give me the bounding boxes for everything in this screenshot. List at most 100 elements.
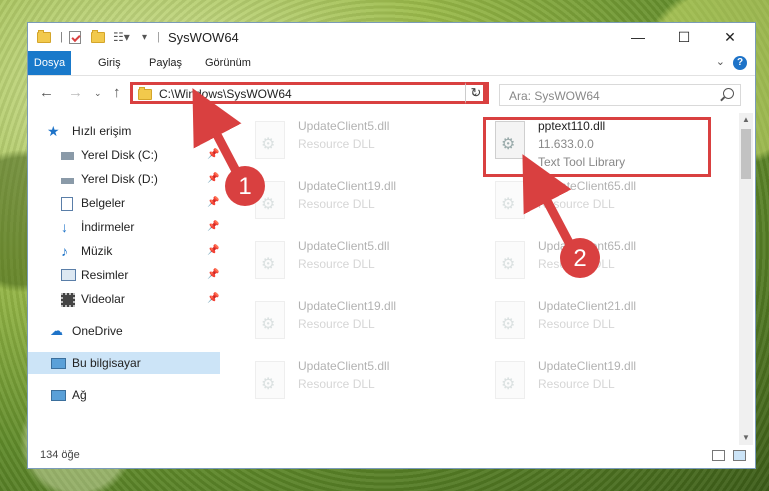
dll-file-icon [255,361,285,399]
pin-icon[interactable]: 📌 [207,288,219,310]
drive-icon [61,178,74,184]
file-desc: Resource DLL [538,257,615,271]
search-input[interactable]: Ara: SysWOW64 [499,84,741,106]
nav-item-disk-c[interactable]: Yerel Disk (C:) 📌 [28,144,220,166]
nav-onedrive[interactable]: ☁ OneDrive [28,320,220,342]
cloud-icon: ☁ [50,323,63,338]
file-name: UpdateClient65.dll [538,179,637,193]
nav-quick-access[interactable]: ★ Hızlı erişim [28,120,220,142]
vertical-scrollbar[interactable]: ▲ ▼ [739,113,753,445]
dll-file-icon [255,121,285,159]
refresh-button[interactable]: ↻ [465,82,489,104]
explorer-window: | ☷▾ ▾ | SysWOW64 — ☐ ✕ Dosya Giriş Payl… [27,22,756,469]
pictures-icon [61,269,76,281]
search-icon [723,88,734,99]
up-arrow-icon[interactable]: ↑ [113,84,121,101]
file-item[interactable]: UpdateClient5.dll Resource DLL [245,355,475,411]
drive-icon [61,152,74,160]
minimize-button[interactable]: — [615,23,661,51]
customize-toolbar-icon[interactable]: ▾ [142,29,147,45]
new-folder-icon[interactable] [91,29,105,45]
star-icon: ★ [47,123,60,139]
recent-locations-icon[interactable]: ⌄ [94,88,102,99]
network-icon [51,390,66,401]
dll-file-icon [495,361,525,399]
close-button[interactable]: ✕ [707,23,753,51]
file-desc: Resource DLL [298,317,375,331]
pin-icon[interactable]: 📌 [207,144,219,166]
nav-label: Resimler [81,268,129,282]
tab-share[interactable]: Paylaş [141,51,190,75]
folder-icon [138,87,152,100]
tiles-view-icon[interactable] [733,450,746,461]
back-arrow-icon[interactable]: ← [39,84,54,101]
music-icon: ♪ [61,243,68,259]
pin-icon[interactable]: 📌 [207,192,219,214]
pin-icon[interactable]: 📌 [207,168,219,190]
chevron-down-icon[interactable]: ⌄ [716,55,725,68]
view-options-icon[interactable]: ☷▾ [113,29,130,45]
file-desc: Resource DLL [298,137,375,151]
downloads-icon: ↓ [61,219,68,235]
nav-this-pc[interactable]: Bu bilgisayar [28,352,220,374]
nav-label: İndirmeler [81,220,135,234]
nav-label: Ağ [72,388,87,402]
tab-view[interactable]: Görünüm [197,51,259,75]
file-name: UpdateClient5.dll [298,359,390,373]
details-view-icon[interactable] [712,450,725,461]
file-item[interactable]: UpdateClient65.dll Resource DLL [485,175,715,231]
file-item[interactable]: UpdateClient21.dll Resource DLL [485,295,715,351]
nav-label: Belgeler [81,196,126,210]
file-name: UpdateClient21.dll [538,299,637,313]
separator: | [60,31,63,43]
ribbon-tabs: Dosya Giriş Paylaş Görünüm ⌄ ? [28,51,755,76]
file-desc: Resource DLL [538,317,615,331]
nav-item-pictures[interactable]: Resimler 📌 [28,264,220,286]
window-title: SysWOW64 [168,30,239,45]
separator: | [157,31,160,43]
forward-arrow-icon[interactable]: → [68,84,83,101]
nav-label: Yerel Disk (D:) [81,172,158,186]
pin-icon[interactable]: 📌 [207,216,219,238]
documents-icon [61,197,73,211]
nav-item-downloads[interactable]: ↓ İndirmeler 📌 [28,216,220,238]
tab-home[interactable]: Giriş [90,51,129,75]
nav-label: Yerel Disk (C:) [81,148,158,162]
file-desc: Resource DLL [538,377,615,391]
nav-item-disk-d[interactable]: Yerel Disk (D:) 📌 [28,168,220,190]
address-bar[interactable]: C:\Windows\SysWOW64 ⌄ [130,82,486,104]
pin-icon[interactable]: 📌 [207,240,219,262]
nav-network[interactable]: Ağ [28,384,220,406]
properties-icon[interactable] [69,29,81,45]
tab-file[interactable]: Dosya [28,51,71,75]
item-count: 134 öğe [40,449,80,461]
file-desc: Resource DLL [298,197,375,211]
file-item[interactable]: UpdateClient19.dll Resource DLL [245,175,475,231]
file-name: UpdateClient19.dll [538,359,637,373]
file-item[interactable]: UpdateClient65.dll Resource DLL [485,235,715,291]
videos-icon [61,293,75,307]
file-item[interactable]: UpdateClient5.dll Resource DLL [245,235,475,291]
nav-item-documents[interactable]: Belgeler 📌 [28,192,220,214]
file-name: UpdateClient5.dll [298,239,390,253]
status-bar: 134 öğe [28,444,755,468]
file-name: UpdateClient19.dll [298,299,397,313]
file-desc: Resource DLL [298,257,375,271]
file-name: UpdateClient19.dll [298,179,397,193]
file-item[interactable]: UpdateClient19.dll Resource DLL [485,355,715,411]
help-icon[interactable]: ? [733,56,747,70]
dll-file-icon [255,181,285,219]
scroll-down-icon[interactable]: ▼ [739,431,753,445]
nav-label: Videolar [81,292,125,306]
dll-file-icon [495,301,525,339]
nav-label: Bu bilgisayar [72,356,141,370]
file-item[interactable]: UpdateClient5.dll Resource DLL [245,115,475,171]
scroll-thumb[interactable] [741,129,751,179]
scroll-up-icon[interactable]: ▲ [739,113,753,127]
nav-item-music[interactable]: ♪ Müzik 📌 [28,240,220,262]
file-name: UpdateClient65.dll [538,239,637,253]
file-item[interactable]: UpdateClient19.dll Resource DLL [245,295,475,351]
pin-icon[interactable]: 📌 [207,264,219,286]
maximize-button[interactable]: ☐ [661,23,707,51]
nav-item-videos[interactable]: Videolar 📌 [28,288,220,310]
